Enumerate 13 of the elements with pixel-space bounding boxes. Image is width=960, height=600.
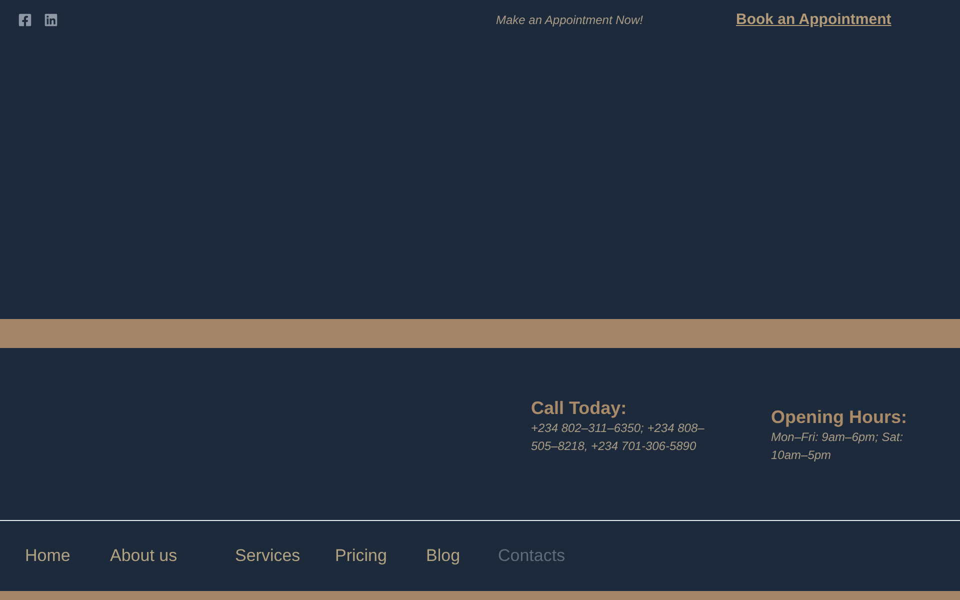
nav-link[interactable]: Services xyxy=(235,546,300,565)
book-appointment-link[interactable]: Book an Appointment xyxy=(736,8,892,32)
nav-link[interactable]: About us xyxy=(110,546,178,565)
appointment-tagline: Make an Appointment Now! xyxy=(496,13,643,27)
facebook-icon[interactable] xyxy=(18,13,32,27)
linkedin-icon[interactable] xyxy=(44,13,58,27)
phone-numbers: +234 802–311–6350; +234 808–505–8218, +234 701-306-5890 xyxy=(531,420,706,455)
call-heading: Call Today: xyxy=(531,397,628,419)
nav-link[interactable]: Pricing xyxy=(335,546,387,565)
nav-link[interactable]: Blog xyxy=(426,546,460,565)
hours-heading: Opening Hours: xyxy=(771,406,908,428)
opening-hours: Mon–Fri: 9am–6pm; Sat: 10am–5pm xyxy=(771,429,904,464)
nav-link[interactable]: Home xyxy=(25,546,70,565)
